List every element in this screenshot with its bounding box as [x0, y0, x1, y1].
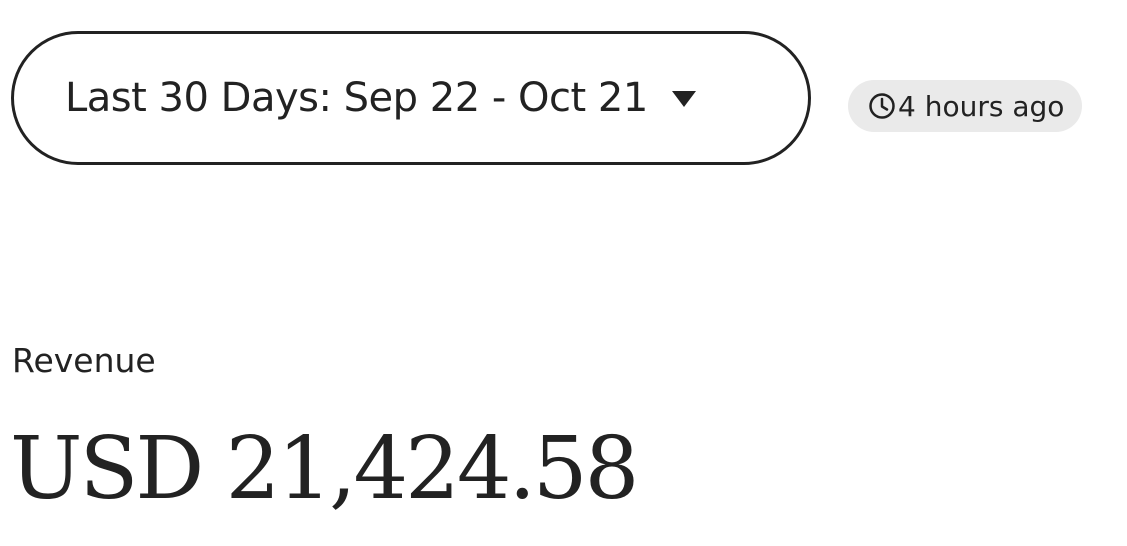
- caret-down-icon: [671, 91, 696, 107]
- date-range-label: Last 30 Days: Sep 22 - Oct 21: [65, 75, 648, 121]
- last-updated-badge: 4 hours ago: [848, 80, 1083, 132]
- date-range-dropdown[interactable]: Last 30 Days: Sep 22 - Oct 21: [11, 31, 811, 165]
- revenue-label: Revenue: [12, 341, 156, 380]
- clock-icon: [868, 92, 896, 120]
- revenue-value: USD 21,424.58: [10, 419, 639, 519]
- last-updated-text: 4 hours ago: [898, 89, 1065, 123]
